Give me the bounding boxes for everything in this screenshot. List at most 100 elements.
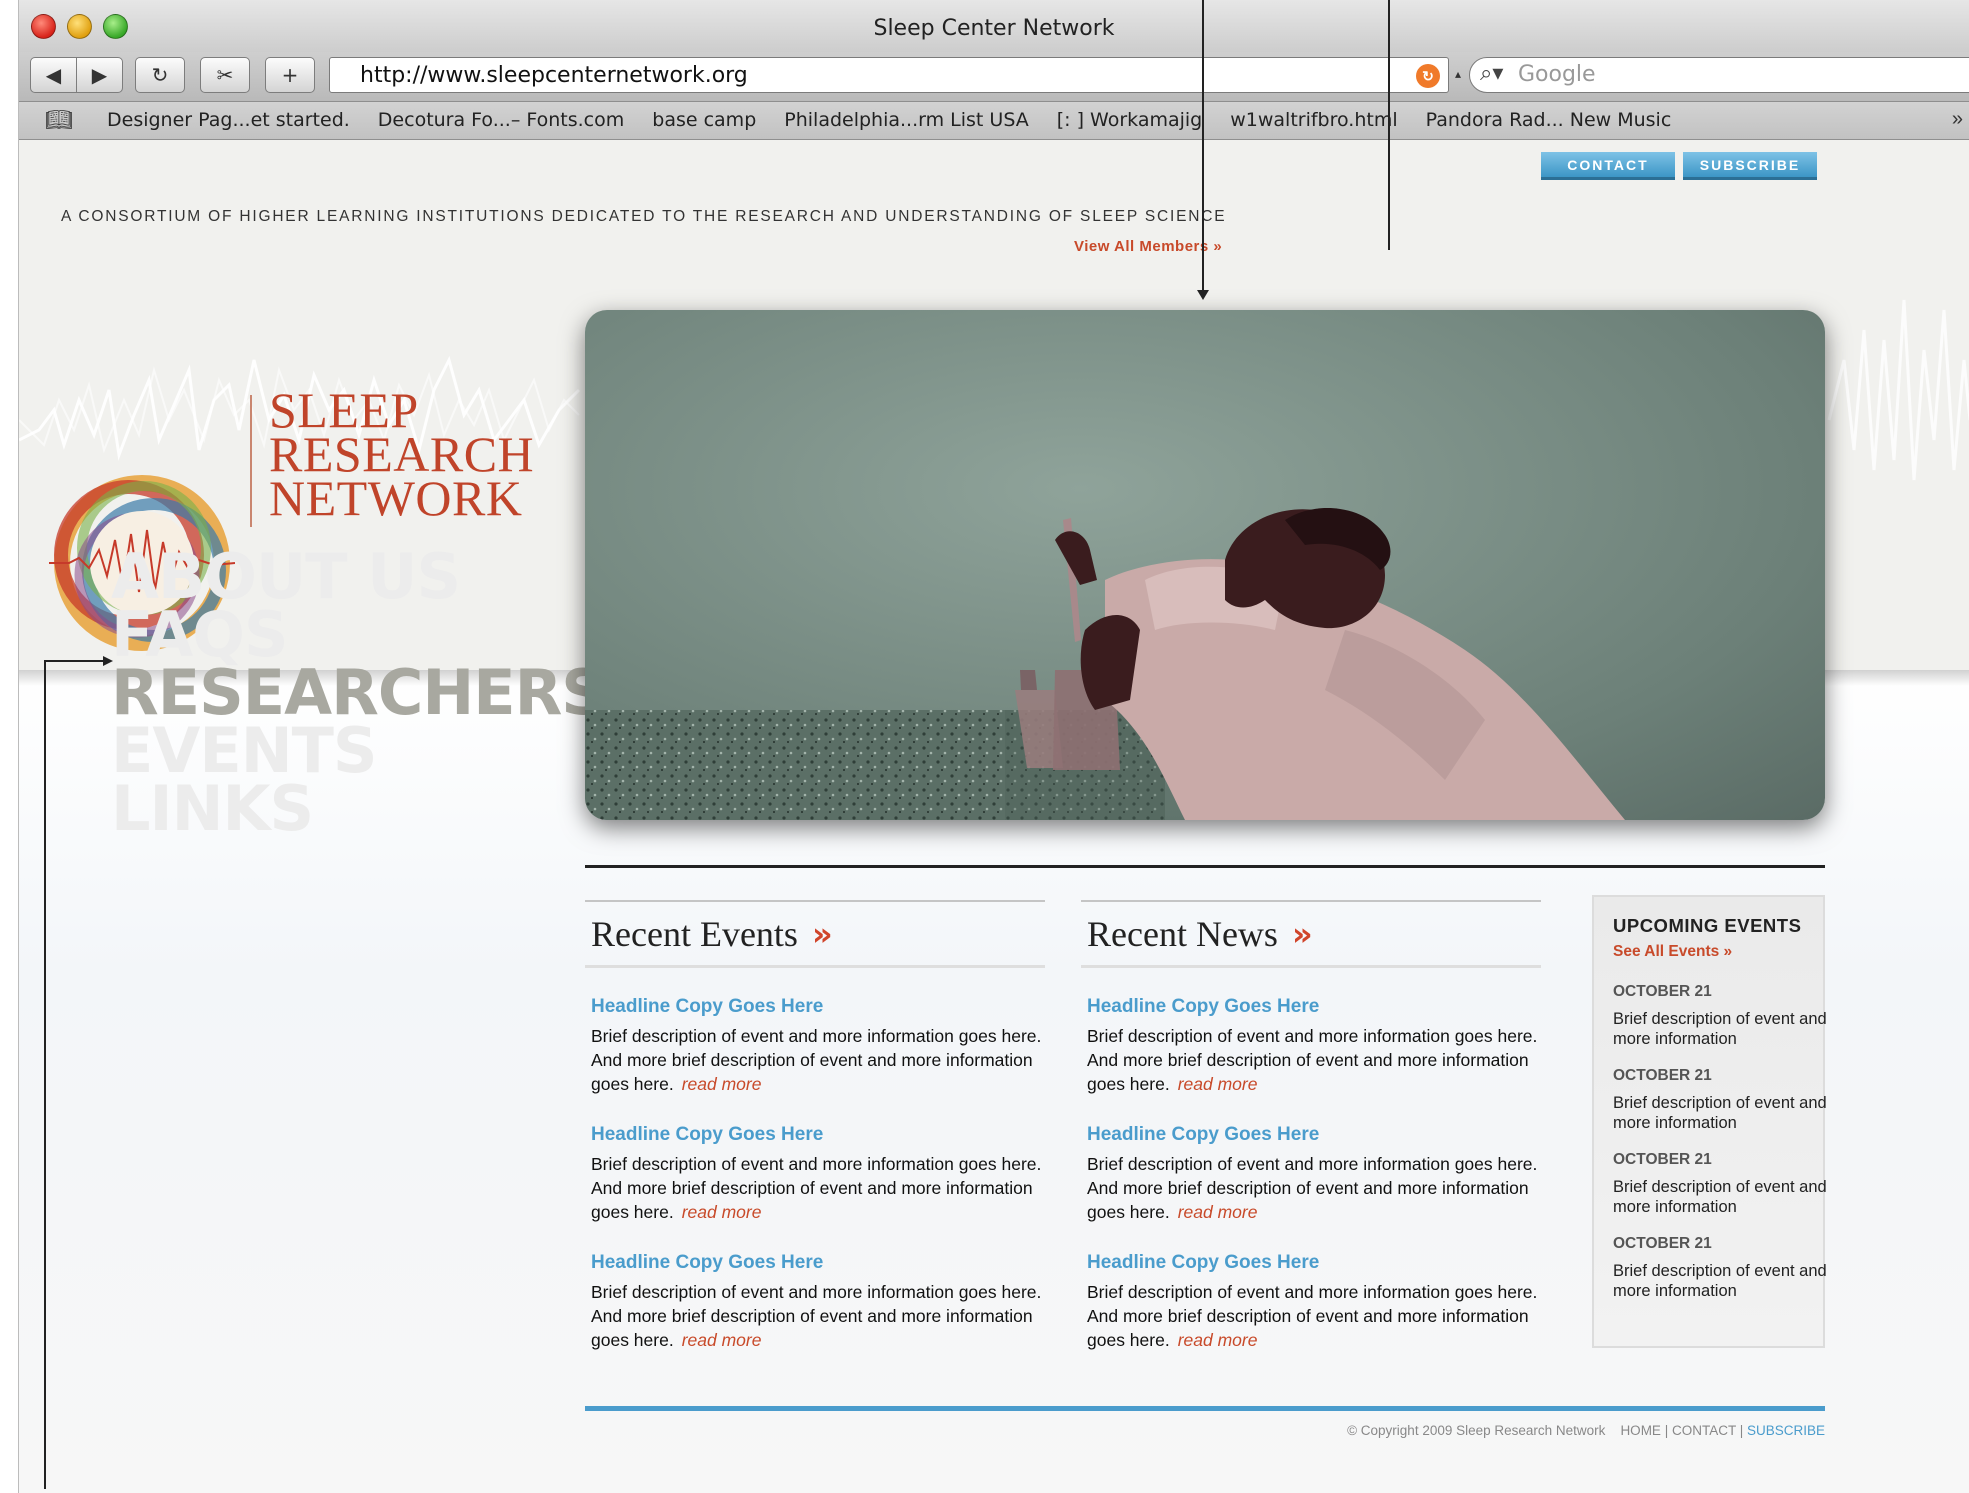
annotation-arrow-icon [44,656,113,1489]
nav-item-links[interactable]: LINKS [111,778,605,840]
list-item[interactable]: OCTOBER 21 Brief description of event an… [1613,1151,1827,1217]
bookmark-item[interactable]: Decotura Fo...– Fonts.com [378,109,624,131]
web-page: CONTACT SUBSCRIBE A CONSORTIUM OF HIGHER… [19,0,1969,1493]
logo-line-network: NETWORK [269,470,523,526]
url-text[interactable]: http://www.sleepcenternetwork.org [360,63,748,88]
bookmark-item[interactable]: Philadelphia...rm List USA [784,109,1028,131]
bookmark-item[interactable]: w1waltrifbro.html [1230,109,1397,131]
forward-arrow-icon: ▶ [91,63,108,87]
event-headline-link[interactable]: Headline Copy Goes Here [591,996,1071,1018]
footer-separator: | [1660,1423,1672,1438]
main-nav: ABOUT US FAQS RESEARCHERS EVENTS LINKS [111,546,606,840]
hero-image [585,310,1825,820]
footer-home-link[interactable]: HOME [1620,1423,1661,1438]
bookmark-item[interactable]: Pandora Rad... New Music [1426,109,1672,131]
see-all-events-link[interactable]: See All Events » [1613,943,1823,961]
news-body-text: Brief description of event and more info… [1087,1026,1538,1094]
back-arrow-icon: ◀ [45,63,62,87]
chevron-right-icon[interactable]: » [812,915,833,953]
search-engine-arrow-icon[interactable]: ▴ [1455,67,1461,81]
logo-divider [250,395,252,527]
event-date: OCTOBER 21 [1613,983,1712,1000]
upcoming-events-title: UPCOMING EVENTS [1613,915,1802,936]
event-summary: Brief description of event and more info… [1613,1010,1827,1048]
scientist-illustration-icon [585,508,1625,820]
bookmark-item[interactable]: [: ] Workamajig [1057,109,1203,131]
forward-button[interactable]: ▶ [76,57,123,93]
bookmarks-overflow-icon[interactable]: » [1952,108,1963,131]
news-headline-link[interactable]: Headline Copy Goes Here [1087,1252,1567,1274]
event-date: OCTOBER 21 [1613,1151,1712,1168]
list-item: Headline Copy Goes Here Brief descriptio… [591,1252,1071,1352]
event-body-text: Brief description of event and more info… [591,1026,1042,1094]
annotation-line [1388,0,1390,250]
footer-divider [585,1406,1825,1411]
read-more-link[interactable]: read more [1178,1202,1258,1222]
search-input[interactable] [1518,62,1918,87]
copyright-text: © Copyright 2009 Sleep Research Network [1347,1423,1606,1438]
browser-window: Sleep Center Network ◀ ▶ ↻ ✂ + http://ww… [18,0,1969,1493]
event-description: Brief description of event and more info… [591,1280,1071,1352]
book-icon[interactable]: 📖︎ [45,107,73,133]
add-bookmark-button[interactable]: + [265,57,315,93]
chevron-right-icon[interactable]: » [1292,915,1313,953]
content-divider [585,865,1825,868]
bookmark-item[interactable]: Designer Pag...et started. [107,109,350,131]
search-field[interactable]: ⌕▾ [1469,57,1969,93]
window-title: Sleep Center Network [873,16,1115,41]
footer-separator: | [1735,1423,1747,1438]
list-item: Headline Copy Goes Here Brief descriptio… [591,996,1071,1096]
event-body-text: Brief description of event and more info… [591,1282,1042,1350]
list-item: Headline Copy Goes Here Brief descriptio… [1087,1252,1567,1352]
magnifier-icon[interactable]: ⌕▾ [1480,61,1503,86]
list-item: Headline Copy Goes Here Brief descriptio… [1087,996,1567,1096]
recent-events-section: Recent Events » Headline Copy Goes Here … [585,900,1045,1352]
list-item[interactable]: OCTOBER 21 Brief description of event an… [1613,1235,1827,1301]
subscribe-button[interactable]: SUBSCRIBE [1683,152,1817,180]
event-date: OCTOBER 21 [1613,1067,1712,1084]
reload-button[interactable]: ↻ [135,57,185,93]
read-more-link[interactable]: read more [1178,1074,1258,1094]
back-button[interactable]: ◀ [30,57,77,93]
nav-button-group: ◀ ▶ [30,57,124,93]
recent-news-title: Recent News [1087,913,1278,954]
list-item[interactable]: OCTOBER 21 Brief description of event an… [1613,1067,1827,1133]
event-description: Brief description of event and more info… [591,1024,1071,1096]
event-body-text: Brief description of event and more info… [591,1154,1042,1222]
rss-icon[interactable]: ↻ [1416,64,1440,88]
list-item: Headline Copy Goes Here Brief descriptio… [591,1124,1071,1224]
view-all-members-link[interactable]: View All Members » [1074,238,1222,255]
browser-toolbar: ◀ ▶ ↻ ✂ + http://www.sleepcenternetwork.… [19,52,1969,102]
site-footer: © Copyright 2009 Sleep Research Network … [1347,1423,1825,1438]
event-summary: Brief description of event and more info… [1613,1094,1827,1132]
web-clip-icon: ✂ [216,63,234,87]
recent-events-title: Recent Events [591,913,798,954]
contact-button[interactable]: CONTACT [1541,152,1675,180]
event-date: OCTOBER 21 [1613,1235,1712,1252]
news-description: Brief description of event and more info… [1087,1152,1567,1224]
read-more-link[interactable]: read more [682,1202,762,1222]
list-item[interactable]: OCTOBER 21 Brief description of event an… [1613,983,1827,1049]
news-headline-link[interactable]: Headline Copy Goes Here [1087,996,1567,1018]
event-headline-link[interactable]: Headline Copy Goes Here [591,1252,1071,1274]
event-summary: Brief description of event and more info… [1613,1178,1827,1216]
web-clip-button[interactable]: ✂ [200,57,250,93]
news-description: Brief description of event and more info… [1087,1280,1567,1352]
event-headline-link[interactable]: Headline Copy Goes Here [591,1124,1071,1146]
footer-subscribe-link[interactable]: SUBSCRIBE [1747,1423,1825,1438]
bookmark-item[interactable]: base camp [652,109,756,131]
logo-wordmark[interactable]: SLEEP RESEARCH NETWORK [269,385,534,526]
event-description: Brief description of event and more info… [591,1152,1071,1224]
read-more-link[interactable]: read more [682,1074,762,1094]
footer-contact-link[interactable]: CONTACT [1672,1423,1736,1438]
news-body-text: Brief description of event and more info… [1087,1282,1538,1350]
upcoming-events-panel: UPCOMING EVENTS See All Events » OCTOBER… [1592,895,1827,1348]
news-headline-link[interactable]: Headline Copy Goes Here [1087,1124,1567,1146]
read-more-link[interactable]: read more [1178,1330,1258,1350]
annotation-line [1197,0,1209,300]
bookmarks-bar: 📖︎ Designer Pag...et started. Decotura F… [19,102,1969,140]
address-bar[interactable]: http://www.sleepcenternetwork.org ↻ [329,57,1449,93]
site-tagline: A CONSORTIUM OF HIGHER LEARNING INSTITUT… [61,208,1227,225]
news-body-text: Brief description of event and more info… [1087,1154,1538,1222]
read-more-link[interactable]: read more [682,1330,762,1350]
